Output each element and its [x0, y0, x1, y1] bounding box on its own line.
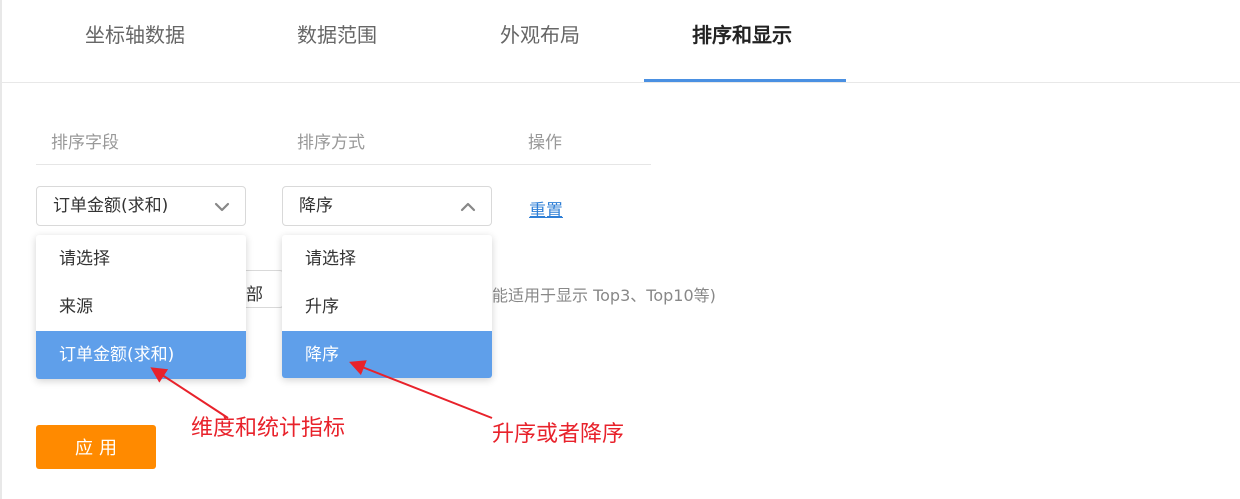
sort-field-option-source[interactable]: 来源 [36, 283, 246, 331]
annotation-order-note: 升序或者降序 [492, 422, 625, 447]
sort-field-select[interactable]: 订单金额(求和) [36, 186, 246, 226]
sort-order-select[interactable]: 降序 [282, 186, 492, 226]
tab-axis-data[interactable]: 坐标轴数据 [85, 0, 185, 70]
annotation-field-note: 维度和统计指标 [191, 416, 346, 441]
chevron-up-icon [460, 202, 476, 212]
header-sort-field: 排序字段 [51, 133, 119, 153]
sort-order-option-placeholder[interactable]: 请选择 [282, 235, 492, 283]
sort-field-value: 订单金额(求和) [53, 196, 169, 216]
sort-field-menu: 请选择 来源 订单金额(求和) [36, 235, 246, 379]
reset-link[interactable]: 重置 [529, 196, 563, 221]
tab-bar: 坐标轴数据 数据范围 外观布局 排序和显示 [0, 0, 1240, 83]
tab-data-range[interactable]: 数据范围 [297, 0, 377, 70]
sort-order-option-ascending[interactable]: 升序 [282, 283, 492, 331]
tab-appearance-layout[interactable]: 外观布局 [500, 0, 580, 70]
header-actions: 操作 [528, 133, 562, 153]
sort-order-option-descending[interactable]: 降序 [282, 331, 492, 378]
sort-order-value: 降序 [299, 196, 333, 216]
sort-field-option-order-amount[interactable]: 订单金额(求和) [36, 331, 246, 379]
tab-sort-display[interactable]: 排序和显示 [692, 0, 792, 70]
header-sort-order: 排序方式 [297, 133, 365, 153]
display-count-hint: 能适用于显示 Top3、Top10等) [492, 286, 716, 305]
sort-field-option-placeholder[interactable]: 请选择 [36, 235, 246, 283]
apply-button[interactable]: 应用 [36, 425, 156, 469]
chevron-down-icon [214, 202, 230, 212]
display-count-input-text: 部 [246, 285, 263, 305]
active-tab-indicator [644, 79, 846, 82]
sort-display-panel: 坐标轴数据 数据范围 外观布局 排序和显示 排序字段 排序方式 操作 部 能适用… [0, 0, 1240, 499]
sort-order-menu: 请选择 升序 降序 [282, 235, 492, 378]
header-divider [36, 164, 651, 165]
